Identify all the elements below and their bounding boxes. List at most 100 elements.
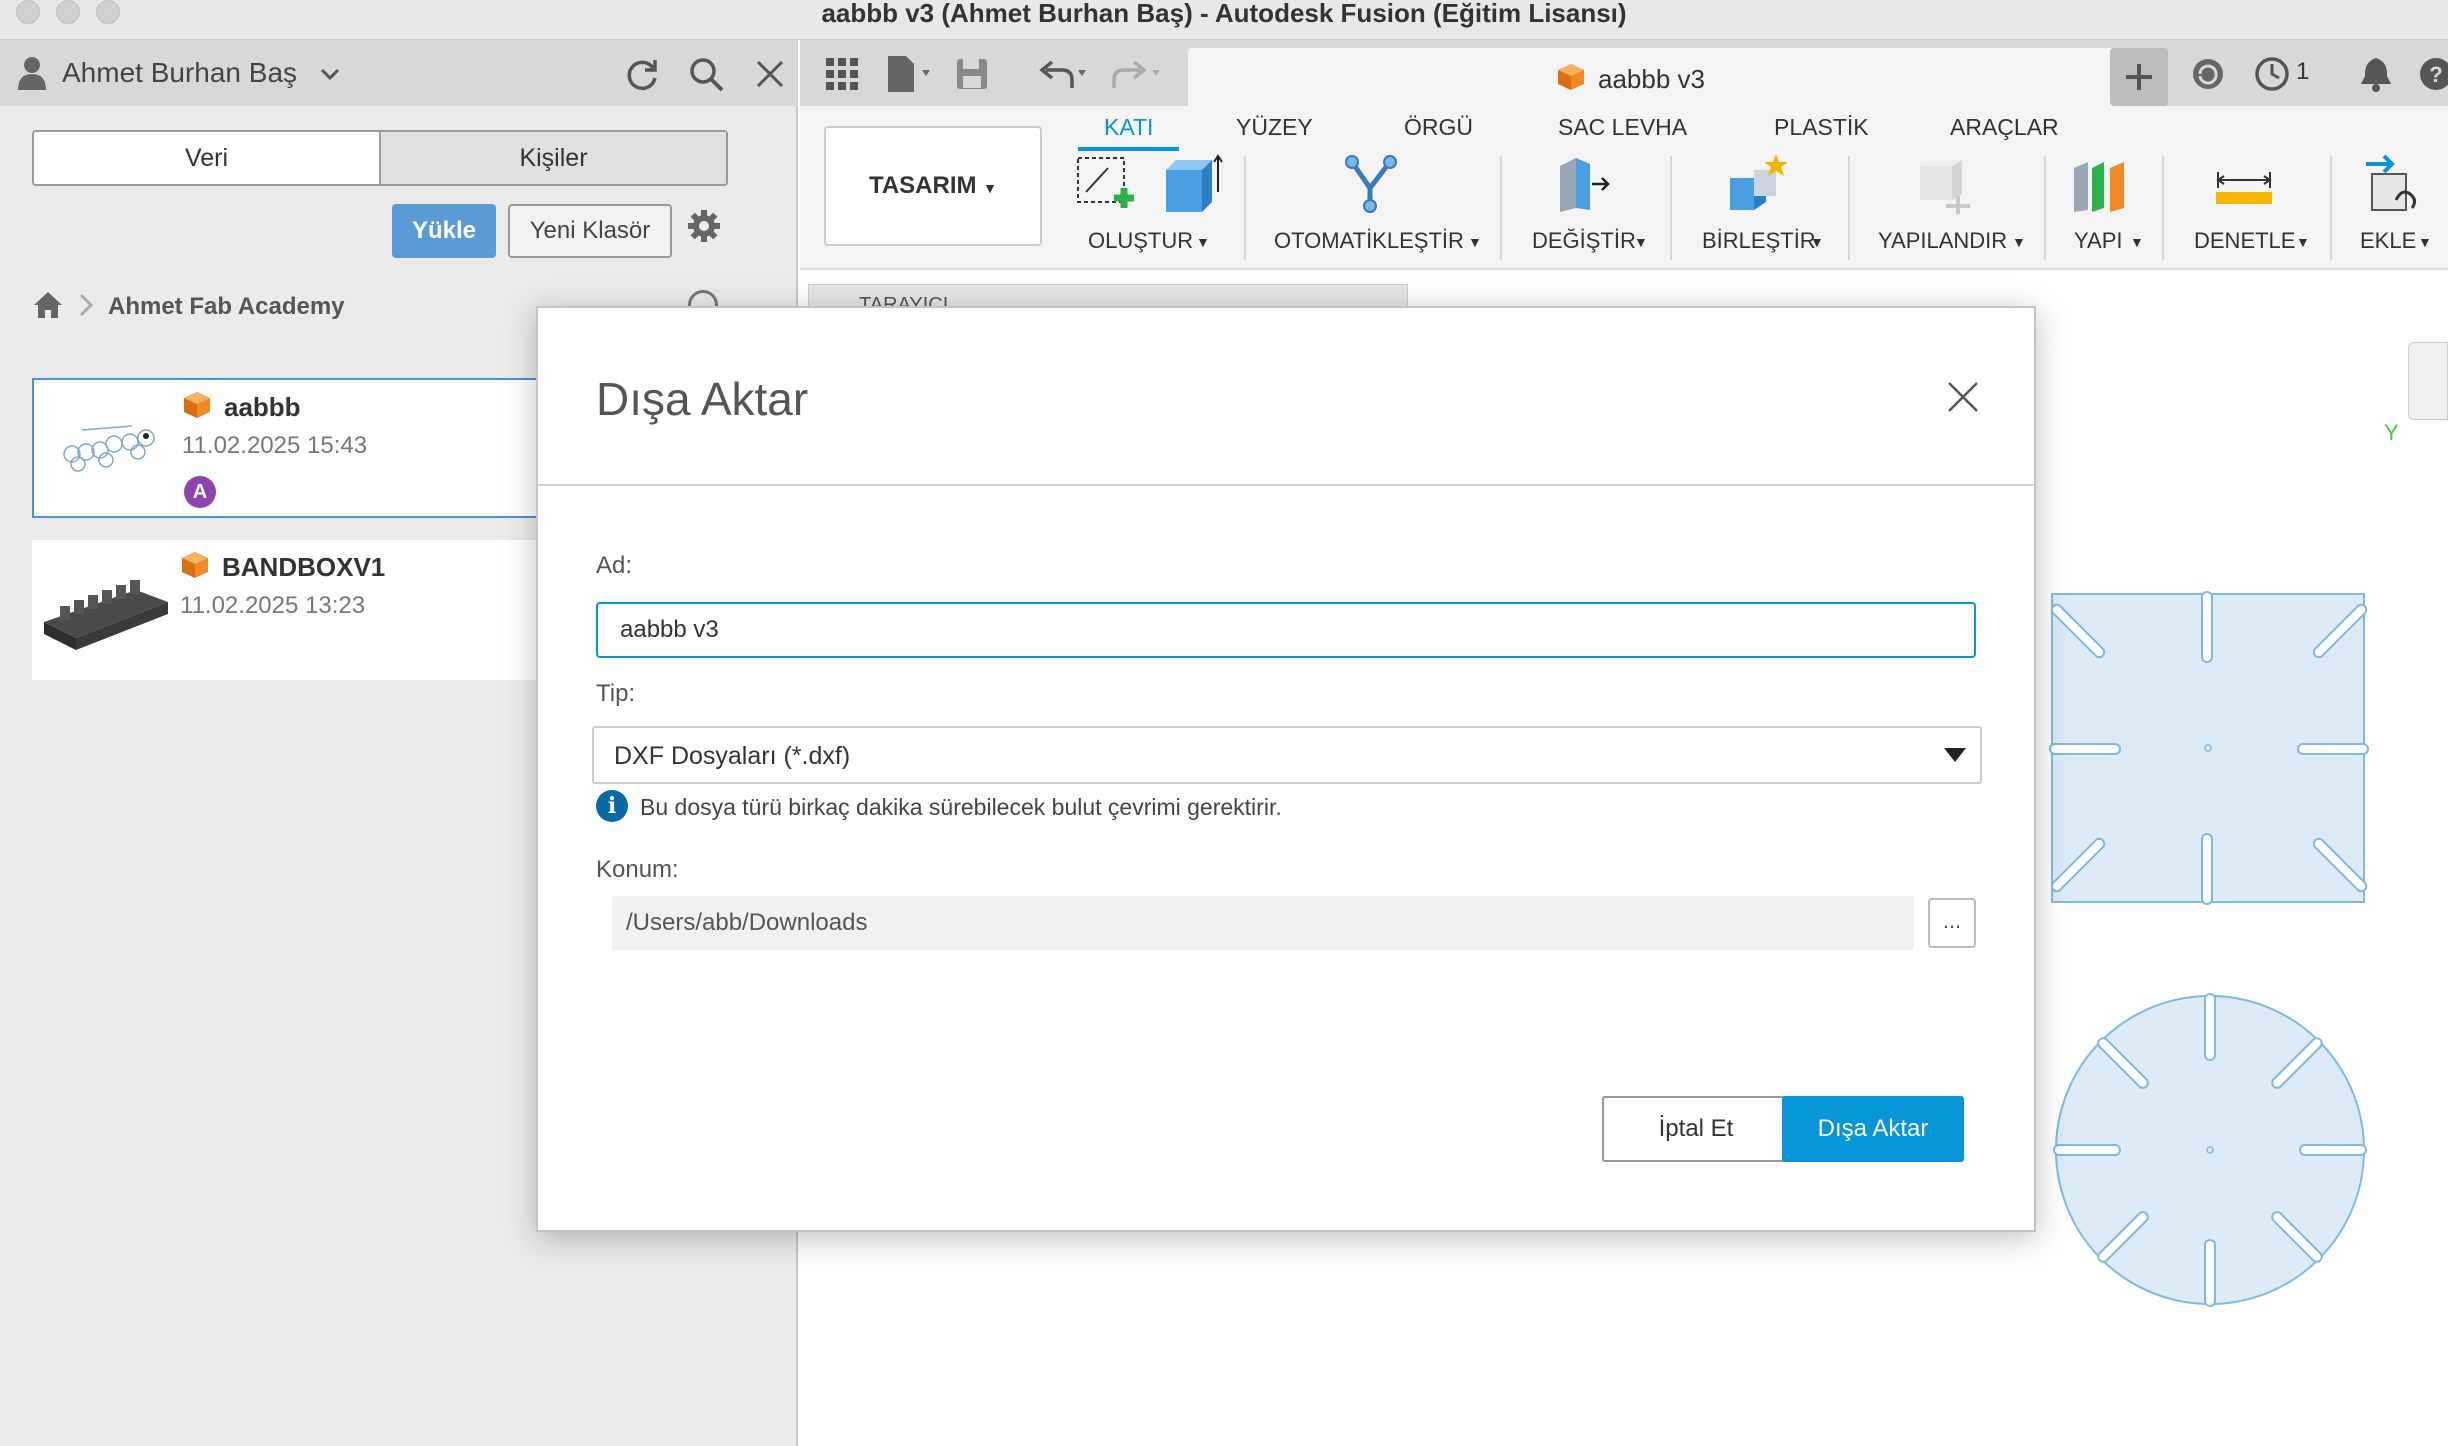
tab-label: aabbb v3: [1598, 64, 1705, 94]
new-folder-button[interactable]: Yeni Klasör: [508, 204, 672, 258]
bell-icon[interactable]: [2356, 54, 2396, 94]
ribbon-separator: [1500, 156, 1502, 260]
chevron-down-icon[interactable]: ▼: [2296, 234, 2310, 250]
tab-araclar[interactable]: ARAÇLAR: [1950, 114, 2059, 141]
location-field[interactable]: /Users/abb/Downloads: [612, 896, 1914, 950]
assemble-icon[interactable]: [2070, 152, 2134, 216]
group-otomatiklestir[interactable]: OTOMATİKLEŞTİR: [1274, 228, 1464, 254]
data-people-toggle: Veri Kişiler: [32, 130, 728, 186]
automate-icon[interactable]: [1340, 152, 1404, 216]
user-name[interactable]: Ahmet Burhan Baş: [62, 57, 297, 89]
undo-icon[interactable]: [1036, 54, 1092, 94]
avatar: A: [184, 476, 216, 508]
file-date: 11.02.2025 13:23: [180, 592, 366, 619]
group-degistir[interactable]: DEĞİŞTİR: [1532, 228, 1636, 254]
configure-icon[interactable]: [1912, 152, 1976, 216]
new-tab-button[interactable]: [2110, 48, 2168, 106]
tab-yuzey[interactable]: YÜZEY: [1236, 114, 1313, 141]
browse-button[interactable]: ...: [1928, 898, 1976, 948]
group-olustur[interactable]: OLUŞTUR: [1088, 228, 1193, 254]
sketch-circle-part[interactable]: [2050, 990, 2370, 1310]
group-ekle[interactable]: EKLE: [2360, 228, 2416, 254]
clock-icon[interactable]: [2252, 54, 2292, 94]
home-icon[interactable]: [32, 290, 64, 320]
insert-icon[interactable]: [2362, 152, 2426, 216]
notification-count: 1: [2296, 58, 2310, 85]
create-sketch-icon[interactable]: [1074, 152, 1138, 216]
extrude-icon[interactable]: [1160, 152, 1224, 216]
measure-icon[interactable]: [2212, 152, 2276, 216]
type-select[interactable]: DXF Dosyaları (*.dxf): [592, 726, 1982, 784]
design-thumbnail: [63, 425, 155, 472]
design-thumbnail: [44, 580, 168, 650]
chevron-down-icon[interactable]: ▼: [2012, 234, 2026, 250]
window-title: aabbb v3 (Ahmet Burhan Baş) - Autodesk F…: [821, 0, 1627, 28]
breadcrumb[interactable]: Ahmet Fab Academy: [108, 293, 345, 321]
location-label: Konum:: [596, 856, 679, 883]
chevron-down-icon[interactable]: ▼: [1634, 234, 1648, 250]
file-date: 11.02.2025 15:43: [182, 432, 368, 459]
chevron-down-icon[interactable]: ▼: [2130, 234, 2144, 250]
sketch-square-part[interactable]: [2048, 590, 2372, 906]
view-cube-tab[interactable]: [2408, 342, 2448, 420]
design-cube-icon: [184, 392, 210, 418]
export-button[interactable]: Dışa Aktar: [1782, 1096, 1964, 1162]
refresh-icon[interactable]: [622, 54, 662, 94]
document-tab-bar: aabbb v3 1 ?: [800, 40, 2448, 106]
chevron-down-icon[interactable]: ▼: [1810, 234, 1824, 250]
info-icon: i: [596, 790, 628, 822]
plus-icon: [2126, 64, 2152, 90]
file-name: BANDBOXV1: [222, 552, 386, 582]
workspace-selector[interactable]: TASARIM ▼: [824, 126, 1042, 246]
tab-orgu[interactable]: ÖRGÜ: [1404, 114, 1473, 141]
save-icon[interactable]: [952, 54, 992, 94]
group-denetle[interactable]: DENETLE: [2194, 228, 2295, 254]
combine-icon[interactable]: [1726, 152, 1790, 216]
user-icon: [18, 57, 46, 90]
modify-icon[interactable]: [1554, 152, 1618, 216]
group-birlestir[interactable]: BİRLEŞTİR: [1702, 228, 1816, 254]
chevron-down-icon[interactable]: ▼: [2418, 234, 2432, 250]
tab-aabbb-v3[interactable]: aabbb v3: [1188, 48, 2164, 106]
tab-sac-levha[interactable]: SAC LEVHA: [1558, 114, 1687, 141]
axis-label-y: Y: [2384, 420, 2399, 445]
redo-icon[interactable]: [1110, 54, 1166, 94]
type-select-value: DXF Dosyaları (*.dxf): [614, 742, 851, 770]
close-icon[interactable]: [1946, 380, 1980, 414]
ribbon-separator: [1848, 156, 1850, 260]
tab-kati[interactable]: KATI: [1078, 114, 1180, 151]
export-dialog: Dışa Aktar Ad: Tip: DXF Dosyaları (*.dxf…: [536, 306, 2036, 1232]
search-icon[interactable]: [686, 54, 726, 94]
help-icon[interactable]: ?: [2416, 54, 2448, 94]
chevron-down-icon[interactable]: ▼: [1468, 234, 1482, 250]
design-cube-icon: [182, 552, 208, 578]
people-toggle-button[interactable]: Kişiler: [379, 132, 726, 184]
group-yapilandir[interactable]: YAPILANDIR: [1878, 228, 2007, 254]
file-name: aabbb: [224, 392, 301, 422]
chevron-down-icon[interactable]: ▼: [1196, 234, 1210, 250]
data-toggle-button[interactable]: Veri: [34, 132, 379, 184]
chevron-down-icon[interactable]: [318, 62, 342, 86]
info-message: Bu dosya türü birkaç dakika sürebilecek …: [640, 794, 1282, 820]
upload-button[interactable]: Yükle: [392, 204, 496, 258]
grid-icon[interactable]: [822, 54, 862, 94]
chevron-right-icon: [79, 293, 94, 317]
name-input[interactable]: [596, 602, 1976, 658]
dialog-divider: [538, 484, 2034, 486]
title-bar: aabbb v3 (Ahmet Burhan Baş) - Autodesk F…: [0, 0, 2448, 40]
ribbon-separator: [1670, 156, 1672, 260]
gear-icon[interactable]: [686, 208, 722, 244]
type-label: Tip:: [596, 680, 636, 707]
ribbon-separator: [2330, 156, 2332, 260]
design-cube-icon: [1558, 64, 1584, 90]
group-yapi[interactable]: YAPI: [2074, 228, 2123, 254]
data-panel-toolbar: Ahmet Burhan Baş: [0, 40, 798, 106]
tab-plastik[interactable]: PLASTİK: [1774, 114, 1869, 141]
file-menu-icon[interactable]: [882, 54, 938, 94]
ribbon-separator: [1244, 156, 1246, 260]
svg-text:?: ?: [2429, 62, 2442, 87]
job-status-icon[interactable]: [2188, 54, 2228, 94]
close-icon[interactable]: [750, 54, 790, 94]
cancel-button[interactable]: İptal Et: [1602, 1096, 1790, 1162]
name-label: Ad:: [596, 552, 633, 579]
